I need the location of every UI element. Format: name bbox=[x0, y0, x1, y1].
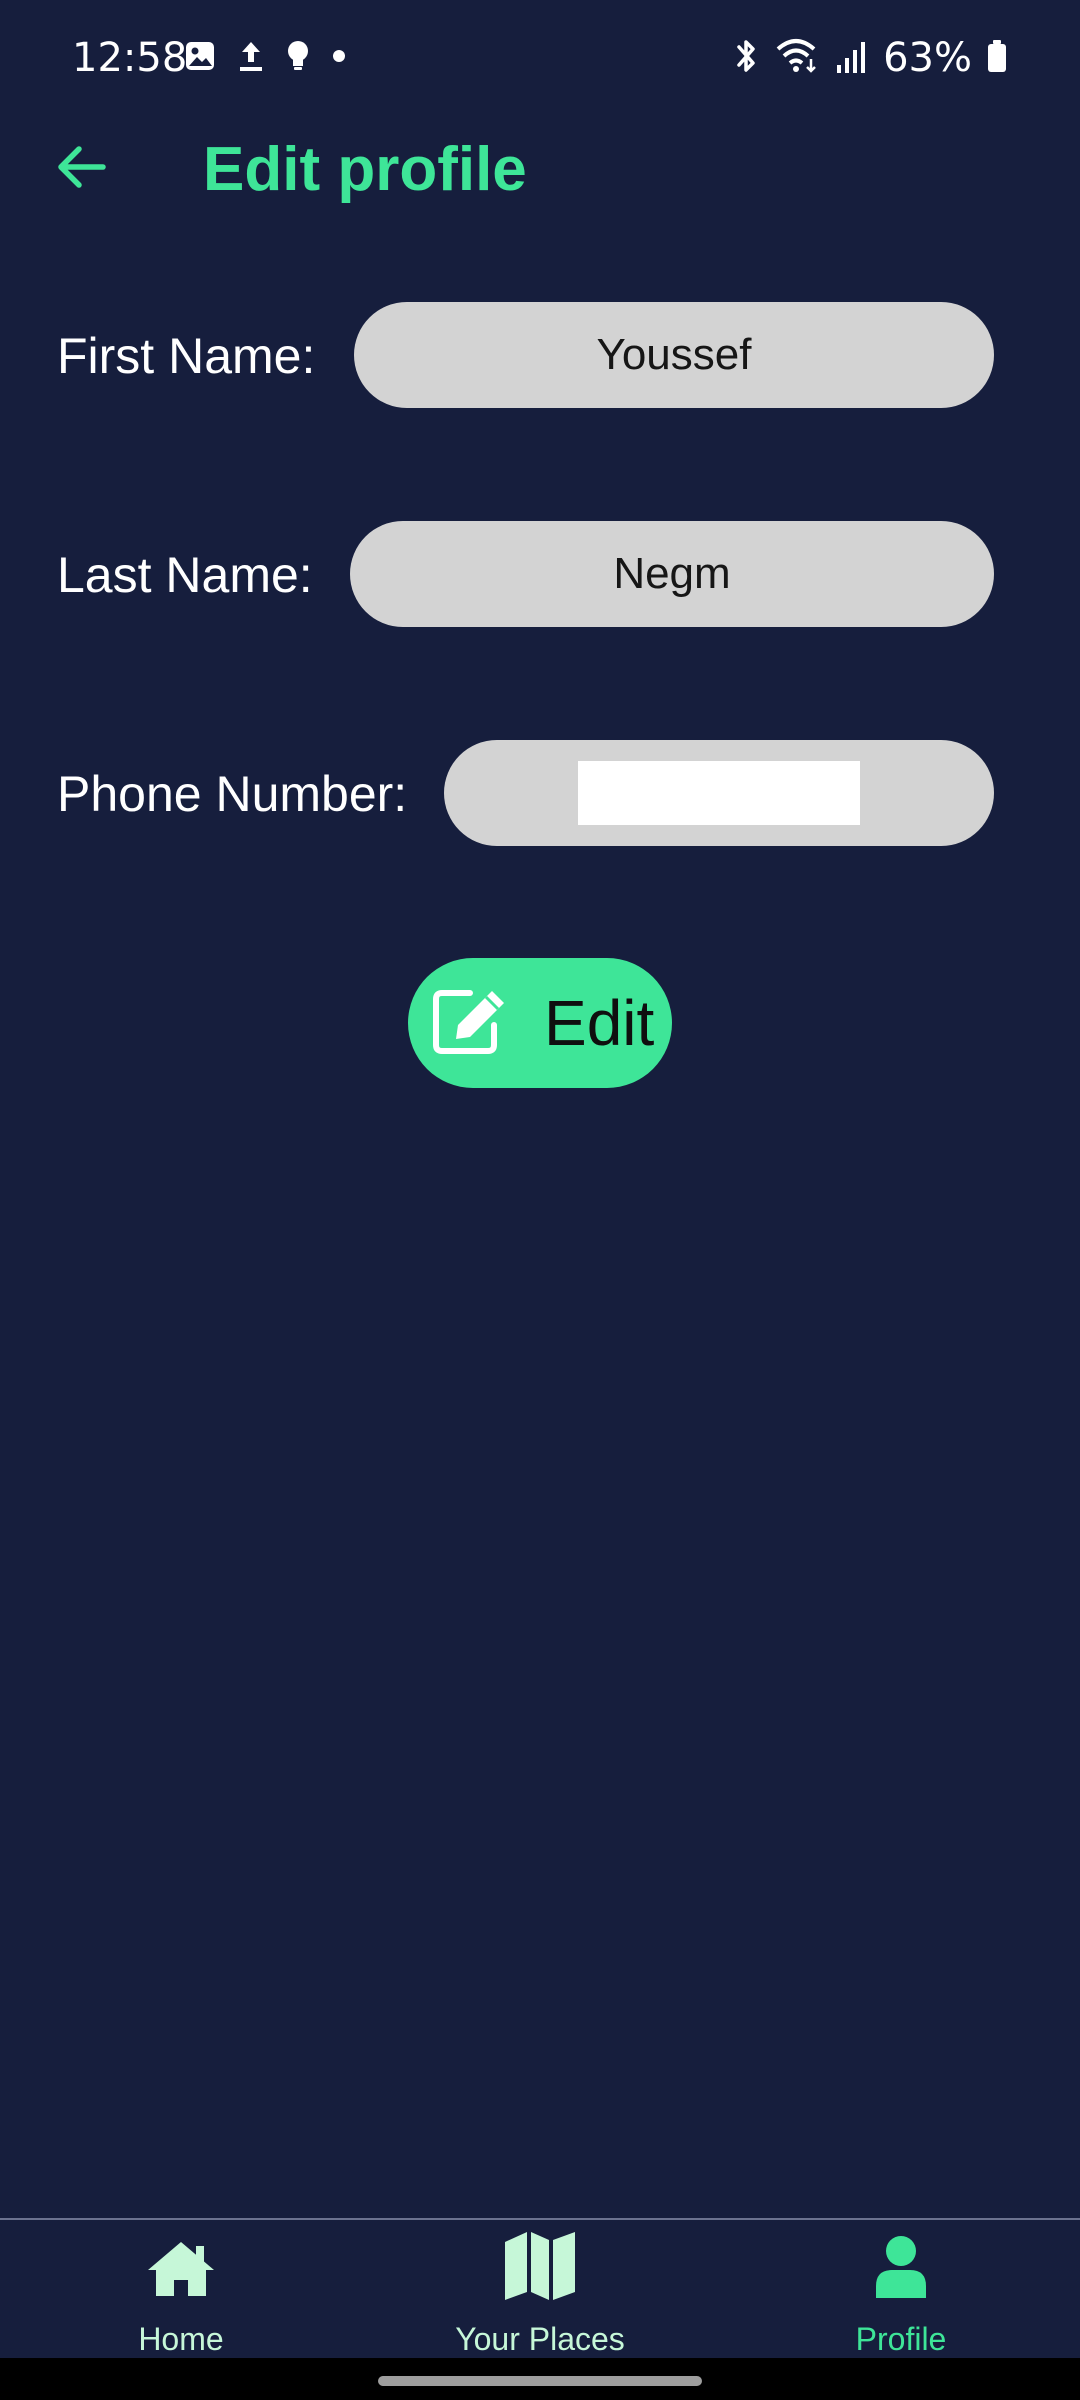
gallery-icon bbox=[184, 40, 216, 77]
battery-percentage: 63% bbox=[883, 35, 972, 81]
signal-icon bbox=[835, 37, 869, 80]
status-bar: 12:58 63% bbox=[0, 0, 1080, 120]
redacted-block bbox=[578, 761, 860, 825]
home-icon bbox=[146, 2238, 216, 2303]
map-icon bbox=[503, 2228, 577, 2307]
last-name-field[interactable]: Negm bbox=[350, 521, 994, 627]
nav-item-profile[interactable]: Profile bbox=[751, 2220, 1051, 2360]
battery-icon bbox=[986, 37, 1008, 80]
edit-button-label: Edit bbox=[544, 987, 655, 1059]
person-icon bbox=[872, 2234, 930, 2305]
nav-item-your-places[interactable]: Your Places bbox=[390, 2220, 690, 2360]
wifi-icon bbox=[775, 37, 821, 80]
page-title: Edit profile bbox=[203, 135, 527, 204]
first-name-value: Youssef bbox=[596, 330, 752, 379]
status-system-icons: 63% bbox=[731, 34, 1008, 82]
upload-icon bbox=[238, 40, 264, 77]
nav-label-profile: Profile bbox=[855, 2321, 947, 2357]
app-bar: Edit profile bbox=[0, 120, 1080, 220]
edit-icon bbox=[430, 985, 520, 1062]
dot-icon bbox=[332, 49, 346, 68]
nav-label-your-places: Your Places bbox=[455, 2321, 625, 2357]
last-name-value: Negm bbox=[613, 549, 731, 598]
arrow-left-icon bbox=[55, 141, 107, 198]
home-gesture-handle[interactable] bbox=[378, 2376, 702, 2386]
phone-number-row: Phone Number: bbox=[0, 740, 1080, 846]
bottom-navigation: Home Your Places Profile bbox=[0, 2218, 1080, 2360]
first-name-row: First Name: Youssef bbox=[0, 302, 1080, 408]
nav-label-home: Home bbox=[138, 2321, 224, 2357]
nav-item-home[interactable]: Home bbox=[31, 2220, 331, 2360]
edit-profile-screen: 12:58 63% Edit profile First Name: Youss… bbox=[0, 0, 1080, 2400]
first-name-field[interactable]: Youssef bbox=[354, 302, 994, 408]
last-name-label: Last Name: bbox=[57, 547, 313, 603]
bluetooth-icon bbox=[731, 37, 761, 80]
back-button[interactable] bbox=[50, 138, 112, 200]
edit-button[interactable]: Edit bbox=[408, 958, 672, 1088]
phone-number-field[interactable] bbox=[444, 740, 994, 846]
status-time: 12:58 bbox=[72, 35, 188, 81]
last-name-row: Last Name: Negm bbox=[0, 521, 1080, 627]
status-notification-icons bbox=[184, 40, 346, 76]
bulb-icon bbox=[286, 40, 310, 77]
first-name-label: First Name: bbox=[57, 328, 316, 384]
phone-number-label: Phone Number: bbox=[57, 766, 408, 822]
gesture-navigation-area bbox=[0, 2358, 1080, 2400]
